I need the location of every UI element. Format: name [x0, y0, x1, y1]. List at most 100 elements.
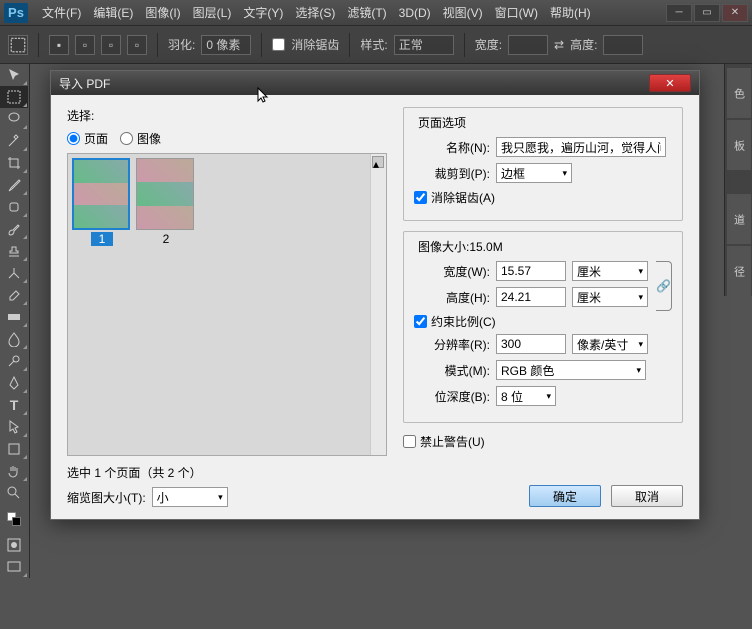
crop-tool[interactable]	[0, 152, 28, 174]
gradient-tool[interactable]	[0, 306, 28, 328]
move-tool[interactable]	[0, 64, 28, 86]
lasso-tool[interactable]	[0, 108, 28, 130]
heal-tool[interactable]	[0, 196, 28, 218]
marquee-tool-icon[interactable]	[8, 35, 28, 55]
resolution-unit-select[interactable]: 像素/英寸	[572, 334, 648, 354]
selection-subtract-icon[interactable]: ▫	[101, 35, 121, 55]
antialias-label: 消除锯齿	[291, 36, 339, 53]
menu-file[interactable]: 文件(F)	[36, 0, 87, 26]
mode-select[interactable]: RGB 颜色	[496, 360, 646, 380]
menu-select[interactable]: 选择(S)	[289, 0, 341, 26]
menu-edit[interactable]: 编辑(E)	[87, 0, 139, 26]
antialias-checkbox[interactable]	[414, 191, 427, 204]
panel-swatches[interactable]: 板	[727, 120, 751, 170]
close-button[interactable]: ✕	[722, 4, 748, 22]
menu-window[interactable]: 窗口(W)	[489, 0, 544, 26]
height-unit-select[interactable]: 厘米	[572, 287, 648, 307]
app-menubar: Ps 文件(F) 编辑(E) 图像(I) 图层(L) 文字(Y) 选择(S) 滤…	[0, 0, 752, 26]
height-input[interactable]	[496, 287, 566, 307]
hand-tool[interactable]	[0, 460, 28, 482]
page-options-title: 页面选项	[414, 114, 470, 131]
menu-view[interactable]: 视图(V)	[437, 0, 489, 26]
panel-paths[interactable]: 径	[727, 246, 751, 296]
thumbnail-area[interactable]: 1 2 ▴	[67, 153, 387, 456]
options-bar: ▪ ▫ ▫ ▫ 羽化: 消除锯齿 样式: 正常 宽度: ⇄ 高度:	[0, 26, 752, 64]
height-label: 高度:	[570, 36, 597, 53]
menu-filter[interactable]: 滤镜(T)	[341, 0, 392, 26]
menu-layer[interactable]: 图层(L)	[187, 0, 238, 26]
dialog-title: 导入 PDF	[59, 75, 110, 92]
type-tool[interactable]: T	[0, 394, 28, 416]
path-select-tool[interactable]	[0, 416, 28, 438]
menu-help[interactable]: 帮助(H)	[544, 0, 597, 26]
radio-page[interactable]: 页面	[67, 130, 108, 147]
style-label: 样式:	[360, 36, 387, 53]
pen-tool[interactable]	[0, 372, 28, 394]
depth-select[interactable]: 8 位	[496, 386, 556, 406]
ok-button[interactable]: 确定	[529, 485, 601, 507]
selection-add-icon[interactable]: ▫	[75, 35, 95, 55]
menu-type[interactable]: 文字(Y)	[237, 0, 289, 26]
crop-label: 裁剪到(P):	[414, 165, 490, 182]
shape-tool[interactable]	[0, 438, 28, 460]
thumb-label: 2	[163, 232, 170, 246]
thumbsize-select[interactable]: 小	[152, 487, 228, 507]
width-label: 宽度:	[475, 36, 502, 53]
selection-status: 选中 1 个页面（共 2 个）	[67, 464, 387, 481]
eraser-tool[interactable]	[0, 284, 28, 306]
marquee-tool[interactable]	[0, 86, 28, 108]
suppress-warnings-checkbox[interactable]	[403, 435, 416, 448]
screen-mode[interactable]	[0, 556, 28, 578]
panel-color[interactable]: 色	[727, 68, 751, 118]
width-unit-select[interactable]: 厘米	[572, 261, 648, 281]
selection-new-icon[interactable]: ▪	[49, 35, 69, 55]
window-controls: ─ ▭ ✕	[666, 4, 748, 22]
width-input[interactable]	[496, 261, 566, 281]
dodge-tool[interactable]	[0, 350, 28, 372]
resolution-input[interactable]	[496, 334, 566, 354]
antialias-checkbox[interactable]	[272, 38, 285, 51]
feather-input[interactable]	[201, 35, 251, 55]
width-label: 宽度(W):	[414, 263, 490, 280]
menu-image[interactable]: 图像(I)	[139, 0, 186, 26]
import-pdf-dialog: 导入 PDF ✕ 选择: 页面 图像 1 2 ▴ 选中	[50, 70, 700, 520]
constrain-label: 约束比例(C)	[431, 313, 496, 330]
colors-swap[interactable]	[0, 504, 28, 534]
thumbnail-1[interactable]: 1	[72, 158, 132, 246]
height-label: 高度(H):	[414, 289, 490, 306]
maximize-button[interactable]: ▭	[694, 4, 720, 22]
name-input[interactable]	[496, 137, 666, 157]
eyedropper-tool[interactable]	[0, 174, 28, 196]
swap-icon[interactable]: ⇄	[554, 38, 564, 52]
constrain-checkbox[interactable]	[414, 315, 427, 328]
thumbsize-label: 缩览图大小(T):	[67, 489, 146, 506]
name-label: 名称(N):	[414, 139, 490, 156]
panel-channels[interactable]: 道	[727, 194, 751, 244]
width-input[interactable]	[508, 35, 548, 55]
image-size-title: 图像大小:15.0M	[414, 238, 507, 255]
wand-tool[interactable]	[0, 130, 28, 152]
selection-intersect-icon[interactable]: ▫	[127, 35, 147, 55]
zoom-tool[interactable]	[0, 482, 28, 504]
link-icon[interactable]: 🔗	[656, 261, 672, 311]
style-select[interactable]: 正常	[394, 35, 454, 55]
dialog-titlebar[interactable]: 导入 PDF ✕	[51, 71, 699, 95]
history-brush-tool[interactable]	[0, 262, 28, 284]
stamp-tool[interactable]	[0, 240, 28, 262]
quick-mask[interactable]	[0, 534, 28, 556]
crop-select[interactable]: 边框	[496, 163, 572, 183]
minimize-button[interactable]: ─	[666, 4, 692, 22]
cancel-button[interactable]: 取消	[611, 485, 683, 507]
thumb-scrollbar[interactable]: ▴	[370, 154, 386, 455]
height-input[interactable]	[603, 35, 643, 55]
radio-image[interactable]: 图像	[120, 130, 161, 147]
image-size-fieldset: 图像大小:15.0M 宽度(W): 厘米 高度(H): 厘米	[403, 231, 683, 423]
page-options-fieldset: 页面选项 名称(N): 裁剪到(P): 边框 消除锯齿(A)	[403, 107, 683, 221]
thumbnail-2[interactable]: 2	[136, 158, 196, 246]
blur-tool[interactable]	[0, 328, 28, 350]
thumb-label: 1	[91, 232, 114, 246]
mode-label: 模式(M):	[414, 362, 490, 379]
dialog-close-button[interactable]: ✕	[649, 74, 691, 92]
brush-tool[interactable]	[0, 218, 28, 240]
menu-3d[interactable]: 3D(D)	[393, 0, 437, 26]
